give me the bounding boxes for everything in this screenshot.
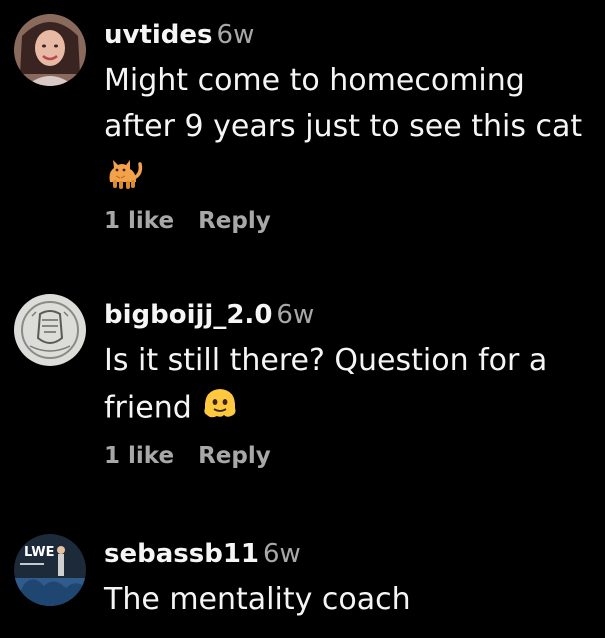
username-link[interactable]: bigboijj_2.0 xyxy=(104,300,272,330)
comment-text: Is it still there? Question for a friend xyxy=(104,338,585,434)
like-count[interactable]: 1 like xyxy=(104,208,174,234)
timestamp: 6w xyxy=(216,20,255,50)
comment-text: Might come to homecoming after 9 years j… xyxy=(104,58,585,204)
comment-text-body: Is it still there? Question for a friend xyxy=(104,343,548,426)
reply-button[interactable]: Reply xyxy=(198,208,271,234)
comment-actions: 1 like Reply xyxy=(104,443,271,469)
avatar[interactable] xyxy=(14,14,86,86)
comment-text-body: The mentality coach xyxy=(104,582,411,617)
username-link[interactable]: sebassb11 xyxy=(104,539,259,569)
timestamp: 6w xyxy=(276,300,315,330)
comment-text: The mentality coach xyxy=(104,577,585,623)
comment-text-body: Might come to homecoming after 9 years j… xyxy=(104,63,583,144)
reply-button[interactable]: Reply xyxy=(198,443,271,469)
like-count[interactable]: 1 like xyxy=(104,443,174,469)
comment-actions: 1 like Reply xyxy=(104,208,271,234)
username-link[interactable]: uvtides xyxy=(104,20,213,50)
melting-face-icon xyxy=(201,384,239,434)
avatar-logo-text: LWE xyxy=(24,545,55,560)
cat-icon xyxy=(104,154,144,204)
avatar[interactable] xyxy=(14,294,86,366)
timestamp: 6w xyxy=(263,539,301,569)
avatar[interactable]: LWE xyxy=(14,534,86,606)
